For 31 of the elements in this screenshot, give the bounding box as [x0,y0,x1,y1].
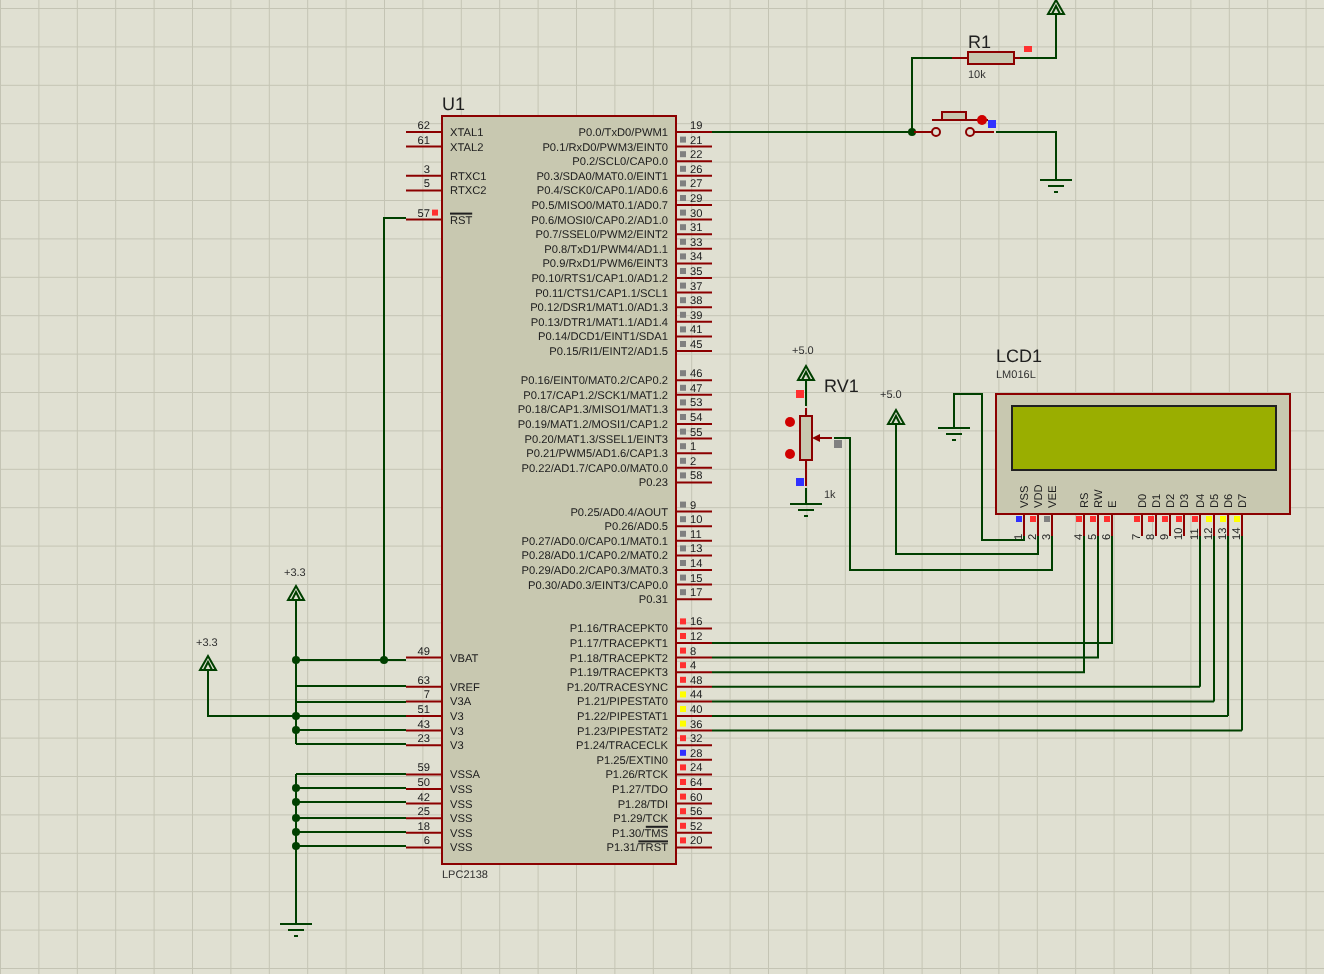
power-terminal-icon [796,364,816,381]
ground-icon [937,423,971,441]
wire [805,379,807,407]
wire [995,131,1057,177]
junction-dot [292,712,300,720]
component-reference: RV1 [824,376,859,396]
ground-icon [279,919,313,937]
component-reference: R1 [968,32,992,52]
component-reference: U1 [442,94,466,114]
junction-dot [380,656,388,664]
pin-marker [1024,46,1032,52]
power-terminal-icon [1046,0,1066,15]
junction-dot [292,726,300,734]
junction-dot [908,128,916,136]
junction-dot [292,798,300,806]
junction-dot [292,656,300,664]
component-reference: LCD1 [996,346,1043,366]
junction-dot [292,814,300,822]
junction-dot [292,784,300,792]
ground-icon [789,499,823,517]
push-button-drawing [913,111,996,137]
power-terminal-icon [198,654,218,671]
wire [1019,13,1057,59]
ground-icon [1039,175,1073,193]
potentiometer-drawing [785,390,842,487]
resistor-drawing [951,51,1021,65]
wire [805,487,807,501]
junction-dot [292,828,300,836]
power-terminal-icon [886,408,906,425]
power-terminal-icon [286,584,306,601]
junction-dot [292,842,300,850]
